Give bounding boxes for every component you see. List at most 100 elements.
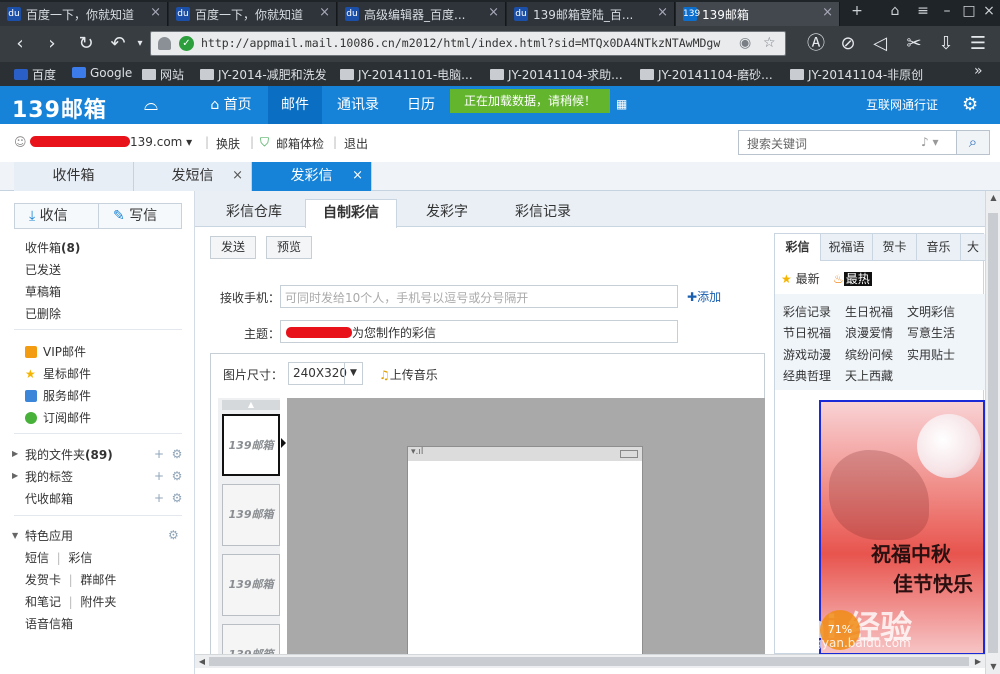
bookmark-item[interactable]: 百度 [14,66,56,83]
forward-icon[interactable]: › [40,33,64,55]
menu-icon[interactable]: ☰ [966,33,990,55]
filter-hottest[interactable]: ♨ 最热 [833,270,872,287]
close-icon[interactable]: × [488,5,499,20]
scroll-down-icon[interactable]: ▼ [986,660,1000,674]
scrollbar-thumb[interactable] [209,657,969,666]
more-bookmarks-icon[interactable]: » [974,63,983,79]
tab-color-text[interactable]: 发彩字 [409,199,485,227]
receive-button[interactable]: ⤓ 收信 [29,204,68,228]
sidebar-item-subscriptions[interactable]: 订阅邮件 [25,409,91,426]
gear-icon[interactable]: ⚙ [168,528,179,542]
bookmark-item[interactable]: JY-20141101-电脑... [340,66,473,83]
new-tab-icon[interactable]: + [842,3,872,19]
write-button[interactable]: ✎ 写信 [113,204,157,228]
close-window-icon[interactable]: × [974,3,1000,19]
expand-icon[interactable]: ▶ [12,449,18,458]
tab-music[interactable]: 音乐 [917,234,961,261]
scroll-up-icon[interactable]: ▲ [222,400,280,410]
tab-cards[interactable]: 贺卡 [873,234,917,261]
category-link[interactable]: 游戏动漫 [783,346,831,363]
undo-icon[interactable]: ↶ [106,33,130,55]
tab-blessings[interactable]: 祝福语 [821,234,873,261]
subject-input[interactable]: 为您制作的彩信 [280,320,678,343]
scissors-icon[interactable]: ✂ [902,33,926,55]
bookmark-item[interactable]: JY-20141104-求助... [490,66,623,83]
collapse-icon[interactable]: ▼ [12,531,18,540]
nav-mail[interactable]: 邮件 [268,86,322,124]
tab-send-sms[interactable]: 发短信 × [134,162,252,191]
sidebar-item-deleted[interactable]: 已删除 [25,305,61,322]
inbox-tray-icon[interactable]: ⌓ [136,86,166,124]
frame-thumbnail[interactable]: 139邮箱 [222,484,280,546]
tab-mms[interactable]: 彩信 [775,234,821,261]
app-mms[interactable]: 彩信 [68,551,92,565]
category-link[interactable]: 经典哲理 [783,367,831,384]
bookmark-item[interactable]: 网站 [142,66,184,83]
browser-tab[interactable]: du 百度一下，你就知道 × [0,2,168,26]
nav-calendar[interactable]: 日历 [398,86,444,124]
browser-tab[interactable]: du 高级编辑器_百度... × [338,2,506,26]
nav-contacts[interactable]: 通讯录 [326,86,390,124]
tab-send-mms[interactable]: 发彩信 × [252,162,372,191]
browser-tab[interactable]: du 百度一下，你就知道 × [169,2,337,26]
chevron-down-icon[interactable]: ▾ [128,33,152,55]
tab-custom-mms[interactable]: 自制彩信 [305,199,397,228]
tab-mms-library[interactable]: 彩信仓库 [213,199,295,227]
tag-actions[interactable]: + ⚙ [154,469,182,483]
size-select[interactable]: 240X320 ▼ [288,362,363,385]
category-link[interactable]: 实用贴士 [907,346,955,363]
reload-icon[interactable]: ↻ [74,33,98,55]
browser-tab[interactable]: du 139邮箱登陆_百... × [507,2,675,26]
app-notes[interactable]: 和笔记 [25,595,61,609]
search-button[interactable]: ⌕ [956,131,989,154]
phone-preview[interactable]: ▾.ıl [407,446,643,666]
passport-link[interactable]: 互联网通行证 [866,96,938,113]
category-link[interactable]: 缤纷问候 [845,346,893,363]
horizontal-scrollbar[interactable]: ◀ ▶ [195,654,985,668]
sidebar-item-my-folders[interactable]: 我的文件夹(89) [25,446,113,463]
close-icon[interactable]: × [319,5,330,20]
category-link[interactable]: 生日祝福 [845,303,893,320]
sidebar-item-service[interactable]: 服务邮件 [25,387,91,404]
recipient-input[interactable]: 可同时发给10个人，手机号以逗号或分号隔开 [280,285,678,308]
app-voice-mail[interactable]: 语音信箱 [25,615,73,632]
sidebar-item-starred[interactable]: ★ 星标邮件 [25,365,91,382]
category-link[interactable]: 文明彩信 [907,303,955,320]
close-icon[interactable]: × [232,162,243,190]
scrollbar-thumb[interactable] [988,213,998,653]
bookmark-item[interactable]: Google [72,66,132,80]
upload-music-link[interactable]: ♫上传音乐 [379,366,438,383]
sidebar-item-featured[interactable]: 特色应用 [25,527,73,544]
tab-inbox[interactable]: 收件箱 [14,162,134,191]
app-group-mail[interactable]: 群邮件 [80,573,116,587]
bookmark-item[interactable]: JY-20141104-非原创 [790,66,923,83]
compass-icon[interactable]: ⊘ [836,33,860,55]
sidebar-item-sent[interactable]: 已发送 [25,261,61,278]
frame-thumbnail[interactable]: 139邮箱 [222,624,280,661]
close-icon[interactable]: × [657,5,668,20]
logout-link[interactable]: 退出 [344,135,368,152]
url-text[interactable]: http://appmail.mail.10086.cn/m2012/html/… [201,36,721,50]
apps-grid-icon[interactable]: ▦ [616,98,628,110]
search-input[interactable]: 搜索关键词 [747,135,807,152]
preview-button[interactable]: 预览 [266,236,313,259]
sidebar-item-vip[interactable]: VIP邮件 [25,343,86,360]
browser-tab-active[interactable]: 139 139邮箱 × [676,2,840,26]
download-icon[interactable]: ⇩ [934,33,958,55]
sidebar-item-my-tags[interactable]: 我的标签 [25,468,73,485]
app-attachments[interactable]: 附件夹 [80,595,116,609]
microphone-icon[interactable]: ♪ ▾ [921,135,939,149]
account-icon[interactable]: Ⓐ [804,33,828,55]
skin-link[interactable]: 换肤 [216,135,240,152]
refresh-page-icon[interactable]: ◉ [739,35,751,51]
sidebar-item-drafts[interactable]: 草稿箱 [25,283,61,300]
frame-thumbnail[interactable]: 139邮箱 [222,554,280,616]
filter-newest[interactable]: ★ 最新 [781,270,820,287]
expand-icon[interactable]: ▶ [12,471,18,480]
tab-more[interactable]: 大 [961,234,985,261]
gear-icon[interactable]: ⚙ [962,94,978,115]
category-link[interactable]: 浪漫爱情 [845,324,893,341]
bookmark-item[interactable]: JY-20141104-磨砂... [640,66,773,83]
send-button[interactable]: 发送 [210,236,257,259]
frame-thumbnail[interactable]: 139邮箱 [222,414,280,476]
